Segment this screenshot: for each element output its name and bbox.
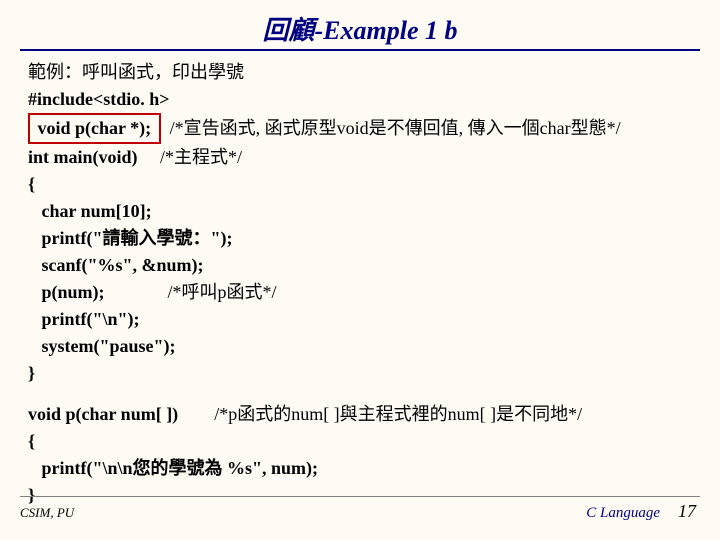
call-line: p(num); /*呼叫p函式*/ (28, 279, 692, 306)
footer-right-group: C Language 17 (586, 501, 696, 522)
func-sig: void p(char num[ ]) (28, 404, 178, 424)
main-sig: int main(void) (28, 147, 138, 167)
printf-result: printf("\n\n您的學號為 %s", num); (28, 455, 692, 482)
printf-prompt: printf("請輸入學號："); (28, 225, 692, 252)
proto-line: void p(char *); /*宣告函式, 函式原型void是不傳回值, 傳… (28, 113, 692, 144)
brace-open-1: { (28, 171, 692, 198)
code-content: 範例：呼叫函式，印出學號 #include<stdio. h> void p(c… (0, 59, 720, 509)
proto-comment: /*宣告函式, 函式原型void是不傳回值, 傳入一個char型態*/ (161, 118, 621, 138)
footer-line (20, 496, 700, 497)
proto-boxed: void p(char *); (28, 113, 161, 144)
desc-line: 範例：呼叫函式，印出學號 (28, 59, 692, 86)
footer-right: C Language (586, 505, 660, 521)
footer-row: CSIM, PU C Language 17 (20, 501, 696, 522)
call-comment: /*呼叫p函式*/ (105, 282, 277, 302)
printf-nl: printf("\n"); (28, 306, 692, 333)
title-underline (20, 49, 700, 51)
footer-left: CSIM, PU (20, 505, 74, 521)
main-line: int main(void) /*主程式*/ (28, 144, 692, 171)
call-p: p(num); (28, 282, 105, 302)
func-def-line: void p(char num[ ]) /*p函式的num[ ]與主程式裡的nu… (28, 401, 692, 428)
gap (28, 387, 692, 401)
include-line: #include<stdio. h> (28, 86, 692, 113)
page-number: 17 (678, 501, 696, 521)
brace-open-2: { (28, 428, 692, 455)
scanf-line: scanf("%s", &num); (28, 252, 692, 279)
system-pause: system("pause"); (28, 333, 692, 360)
footer: CSIM, PU C Language 17 (0, 496, 720, 522)
slide: 回顧-Example 1 b 範例：呼叫函式，印出學號 #include<std… (0, 0, 720, 540)
main-comment: /*主程式*/ (138, 147, 243, 167)
brace-close-1: } (28, 360, 692, 387)
func-comment: /*p函式的num[ ]與主程式裡的num[ ]是不同地*/ (178, 404, 582, 424)
char-decl: char num[10]; (28, 198, 692, 225)
slide-title: 回顧-Example 1 b (0, 0, 720, 49)
